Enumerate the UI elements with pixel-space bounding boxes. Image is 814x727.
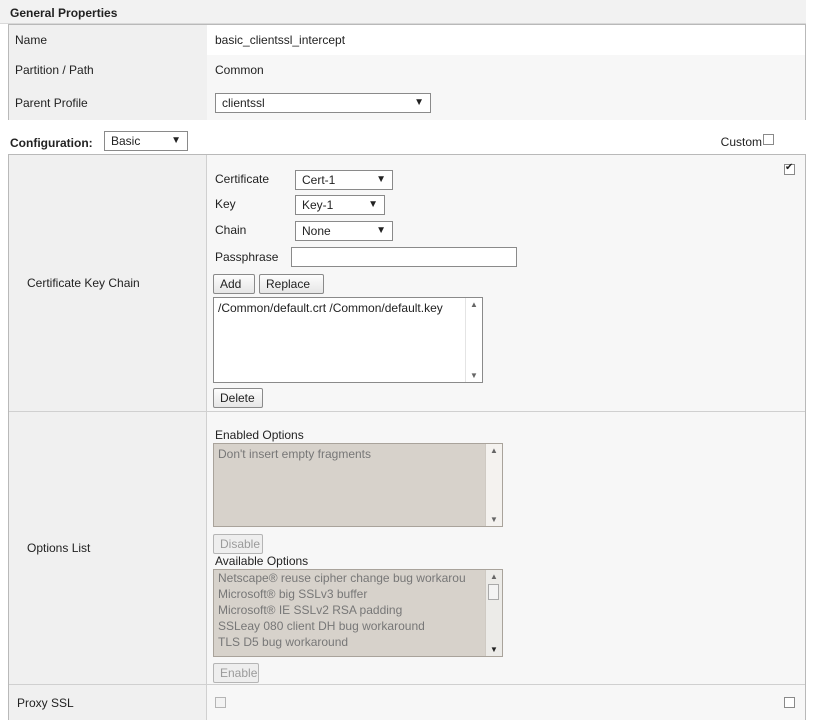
- chain-selected: None: [302, 224, 331, 238]
- configuration-row: Configuration: Basic ▼ Custom: [0, 126, 806, 154]
- scrollbar[interactable]: ▲ ▼: [465, 298, 482, 382]
- scrollbar[interactable]: ▲ ▼: [485, 570, 502, 656]
- name-value: basic_clientssl_intercept: [207, 25, 805, 55]
- scroll-thumb[interactable]: [488, 584, 499, 600]
- chain-select[interactable]: None ▼: [295, 221, 393, 241]
- scroll-up-icon[interactable]: ▲: [486, 572, 502, 581]
- proxy-ssl-checkbox[interactable]: [215, 697, 226, 708]
- list-item[interactable]: Don't insert empty fragments: [214, 444, 502, 462]
- profile-settings-table: Certificate Key Chain Certificate Cert-1…: [8, 154, 806, 720]
- configuration-selected: Basic: [111, 134, 141, 148]
- custom-checkbox[interactable]: [763, 134, 774, 145]
- available-options-list[interactable]: Netscape® reuse cipher change bug workar…: [213, 569, 503, 657]
- available-options-label: Available Options: [215, 554, 309, 568]
- key-selected: Key-1: [302, 198, 334, 212]
- scroll-up-icon[interactable]: ▲: [466, 300, 482, 309]
- parent-profile-row: Parent Profile clientssl ▼: [9, 85, 805, 120]
- passphrase-input[interactable]: [291, 247, 517, 267]
- scroll-down-icon[interactable]: ▼: [466, 371, 482, 380]
- dropdown-arrow-icon: ▼: [171, 135, 181, 146]
- proxy-ssl-label: Proxy SSL: [9, 685, 207, 720]
- dropdown-arrow-icon: ▼: [376, 174, 386, 185]
- name-row: Name basic_clientssl_intercept: [9, 25, 805, 56]
- cert-key-chain-override-checkbox[interactable]: [784, 162, 795, 175]
- certificate-label: Certificate: [215, 172, 270, 186]
- enable-button[interactable]: Enable: [213, 663, 259, 683]
- partition-row: Partition / Path Common: [9, 55, 805, 86]
- cert-key-chain-list[interactable]: /Common/default.crt /Common/default.key …: [213, 297, 483, 383]
- parent-profile-select[interactable]: clientssl ▼: [215, 92, 431, 113]
- options-list-label: Options List: [9, 412, 207, 684]
- certificate-select[interactable]: Cert-1 ▼: [295, 170, 393, 190]
- scroll-up-icon[interactable]: ▲: [486, 446, 502, 455]
- name-label: Name: [9, 25, 214, 55]
- replace-button[interactable]: Replace: [259, 274, 324, 294]
- add-button[interactable]: Add: [213, 274, 255, 294]
- list-item[interactable]: Microsoft® IE SSLv2 RSA padding: [214, 602, 502, 618]
- configuration-select[interactable]: Basic ▼: [104, 131, 188, 151]
- general-properties-header: General Properties: [0, 0, 806, 24]
- options-list-cell: Enabled Options Don't insert empty fragm…: [207, 412, 805, 684]
- proxy-ssl-cell: [207, 685, 805, 720]
- delete-button[interactable]: Delete: [213, 388, 263, 408]
- certificate-selected: Cert-1: [302, 173, 336, 187]
- enabled-options-label: Enabled Options: [215, 428, 304, 442]
- list-item[interactable]: /Common/default.crt /Common/default.key: [214, 298, 482, 316]
- parent-profile-label: Parent Profile: [9, 85, 214, 120]
- custom-label: Custom: [720, 135, 762, 149]
- passphrase-label: Passphrase: [215, 250, 279, 264]
- enabled-options-list[interactable]: Don't insert empty fragments ▲ ▼: [213, 443, 503, 527]
- scroll-down-icon[interactable]: ▼: [486, 515, 502, 524]
- list-item[interactable]: Netscape® reuse cipher change bug workar…: [214, 570, 502, 586]
- parent-profile-cell: clientssl ▼: [207, 85, 805, 120]
- list-item[interactable]: TLS D5 bug workaround: [214, 634, 502, 650]
- list-item[interactable]: SSLeay 080 client DH bug workaround: [214, 618, 502, 634]
- cert-key-chain-cell: Certificate Cert-1 ▼ Key Key-1 ▼ Chain N…: [207, 155, 805, 411]
- partition-label: Partition / Path: [9, 55, 214, 85]
- proxy-ssl-override-checkbox[interactable]: [784, 697, 795, 708]
- dropdown-arrow-icon: ▼: [376, 225, 386, 236]
- chain-label: Chain: [215, 223, 247, 237]
- general-properties-table: Name basic_clientssl_intercept Partition…: [8, 24, 806, 120]
- parent-profile-selected: clientssl: [222, 95, 265, 110]
- key-label: Key: [215, 197, 236, 211]
- configuration-label: Configuration:: [10, 136, 93, 150]
- dropdown-arrow-icon: ▼: [414, 96, 424, 108]
- scroll-down-icon[interactable]: ▼: [486, 645, 502, 654]
- key-select[interactable]: Key-1 ▼: [295, 195, 385, 215]
- partition-value: Common: [207, 55, 805, 85]
- scrollbar[interactable]: ▲ ▼: [485, 444, 502, 526]
- list-item[interactable]: Microsoft® big SSLv3 buffer: [214, 586, 502, 602]
- cert-key-chain-label: Certificate Key Chain: [9, 155, 207, 411]
- dropdown-arrow-icon: ▼: [368, 199, 378, 210]
- disable-button[interactable]: Disable: [213, 534, 263, 554]
